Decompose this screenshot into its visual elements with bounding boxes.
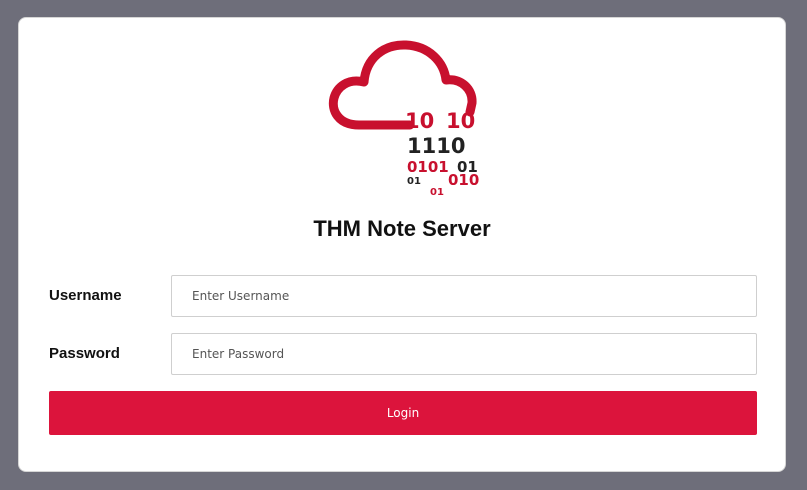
login-card: 10 10 1110 0101 01 01 010 01 THM Note Se… bbox=[18, 17, 786, 472]
cloud-logo-svg: 10 10 1110 0101 01 01 010 01 bbox=[328, 40, 479, 198]
cloud-binary-logo-icon: 10 10 1110 0101 01 01 010 01 bbox=[326, 40, 486, 198]
username-input[interactable] bbox=[171, 275, 757, 317]
username-row: Username bbox=[49, 275, 757, 317]
logo-binary-row2: 1110 bbox=[407, 134, 465, 158]
logo-binary-row3-left: 0101 bbox=[407, 158, 449, 176]
password-input[interactable] bbox=[171, 333, 757, 375]
logo-binary-row1-left: 10 bbox=[405, 109, 434, 133]
logo-binary-row4-right: 010 bbox=[448, 171, 479, 189]
logo-binary-row1-right: 10 bbox=[446, 109, 475, 133]
username-label: Username bbox=[49, 287, 122, 304]
page-title: THM Note Server bbox=[313, 216, 491, 241]
password-row: Password bbox=[49, 333, 757, 375]
logo-binary-row4-left: 01 bbox=[407, 176, 421, 187]
login-button[interactable]: Login bbox=[49, 391, 757, 435]
logo-binary-row5: 01 bbox=[430, 187, 444, 198]
password-label: Password bbox=[49, 345, 120, 362]
